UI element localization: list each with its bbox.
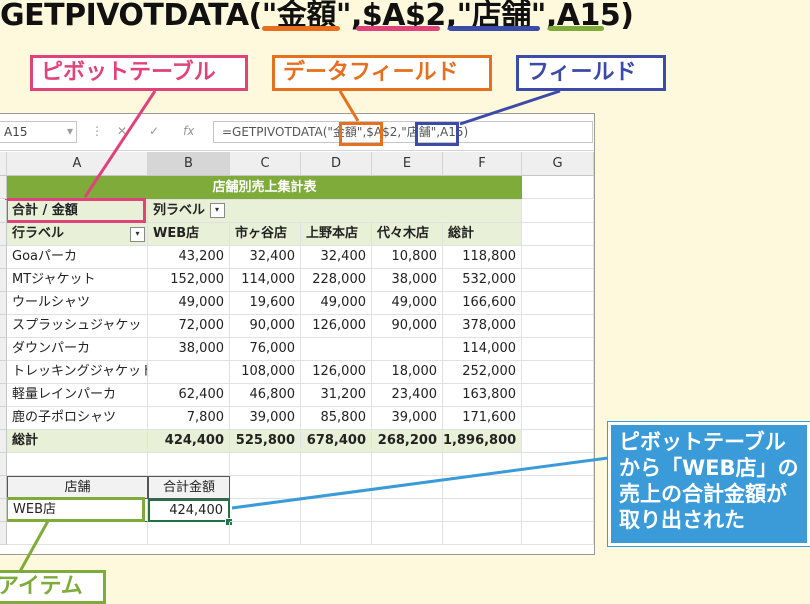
line-data-field bbox=[338, 90, 360, 122]
note-line: ピボットテーブル bbox=[619, 430, 786, 454]
line-pivot bbox=[83, 90, 157, 198]
line-note bbox=[231, 456, 609, 510]
note-line: 取り出された bbox=[619, 508, 745, 532]
note-box: ピボットテーブル から「WEB店」の 売上の合計金額が 取り出された bbox=[607, 421, 810, 547]
line-item bbox=[16, 520, 50, 576]
note-line: から「WEB店」の bbox=[619, 456, 799, 480]
callout-item: アイテム bbox=[0, 570, 106, 604]
note-line: 売上の合計金額が bbox=[619, 482, 787, 506]
line-field bbox=[459, 89, 561, 126]
